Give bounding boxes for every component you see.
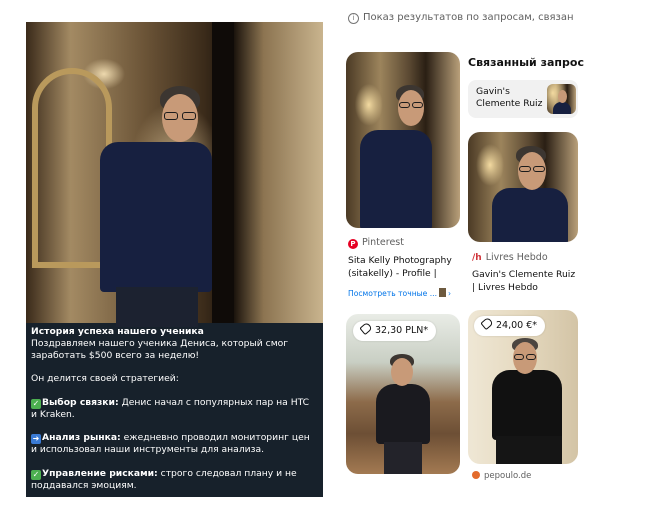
post-title: История успеха нашего ученика bbox=[31, 326, 204, 337]
related-query-label: Gavin's Clemente Ruiz bbox=[476, 86, 543, 109]
result-image-2[interactable] bbox=[468, 132, 578, 242]
info-icon: i bbox=[348, 13, 359, 24]
post-photo[interactable] bbox=[26, 22, 323, 327]
post-point-label: Анализ рынка: bbox=[42, 432, 121, 444]
post-strategy-line: Он делится своей стратегией: bbox=[31, 373, 179, 385]
result-1-description[interactable]: Sita Kelly Photography (sitakelly) - Pro… bbox=[348, 254, 464, 280]
price-tag-icon bbox=[480, 316, 494, 331]
price-value: 32,30 PLN* bbox=[375, 325, 429, 336]
result-1-source[interactable]: P Pinterest bbox=[348, 237, 404, 249]
result-image-1[interactable] bbox=[346, 52, 460, 228]
chevron-right-icon: › bbox=[447, 289, 452, 298]
post-point-1: ✓ Выбор связки: Денис начал с популярных … bbox=[31, 397, 315, 421]
results-info-bar: i Показ результатов по запросам, связан bbox=[348, 12, 580, 28]
post-point-2: ➜ Анализ рынка: ежедневно проводил монито… bbox=[31, 432, 315, 456]
result-4-source-name: pepoulo.de bbox=[484, 471, 532, 480]
related-query-thumbnail bbox=[547, 84, 576, 114]
check-mark-icon: ✓ bbox=[31, 469, 41, 480]
check-mark-icon: ✓ bbox=[31, 398, 41, 409]
result-4-source[interactable]: pepoulo.de bbox=[472, 471, 531, 480]
telegram-post: История успеха нашего ученика Поздравляе… bbox=[26, 22, 323, 497]
result-2-description[interactable]: Gavin's Clemente Ruiz | Livres Hebdo bbox=[472, 268, 580, 294]
price-tag-2: 24,00 €* bbox=[474, 316, 546, 336]
arrow-right-icon: ➜ bbox=[31, 434, 41, 445]
mini-thumbnail-icon bbox=[438, 288, 446, 297]
price-tag-icon bbox=[359, 321, 373, 336]
post-top-cropped-text bbox=[26, 14, 166, 22]
site-logo-icon bbox=[472, 471, 480, 479]
post-point-3: ✓ Управление рисками: строго следовал пла… bbox=[31, 468, 315, 492]
see-exact-matches-link[interactable]: Посмотреть точные ... › bbox=[348, 288, 451, 298]
result-2-source-name: Livres Hebdo bbox=[485, 252, 548, 263]
result-2-source[interactable]: /h Livres Hebdo bbox=[472, 252, 548, 263]
post-point-label: Выбор связки: bbox=[42, 396, 119, 408]
post-point-label: Управление рисками: bbox=[42, 467, 158, 479]
related-query-title: Связанный запрос bbox=[468, 56, 584, 69]
related-query-card[interactable]: Gavin's Clemente Ruiz bbox=[468, 80, 578, 118]
price-value: 24,00 €* bbox=[496, 320, 538, 331]
result-1-source-name: Pinterest bbox=[362, 237, 404, 248]
post-intro: Поздравляем нашего ученика Дениса, котор… bbox=[31, 337, 289, 361]
livres-hebdo-logo-icon: /h bbox=[472, 253, 482, 263]
results-info-text: Показ результатов по запросам, связан bbox=[363, 12, 574, 23]
post-text: История успеха нашего ученика Поздравляе… bbox=[31, 326, 315, 497]
pinterest-logo-icon: P bbox=[348, 239, 358, 249]
see-exact-matches-text: Посмотреть точные ... bbox=[348, 289, 437, 298]
photo-pillar bbox=[212, 22, 234, 323]
price-tag-1: 32,30 PLN* bbox=[353, 321, 437, 341]
